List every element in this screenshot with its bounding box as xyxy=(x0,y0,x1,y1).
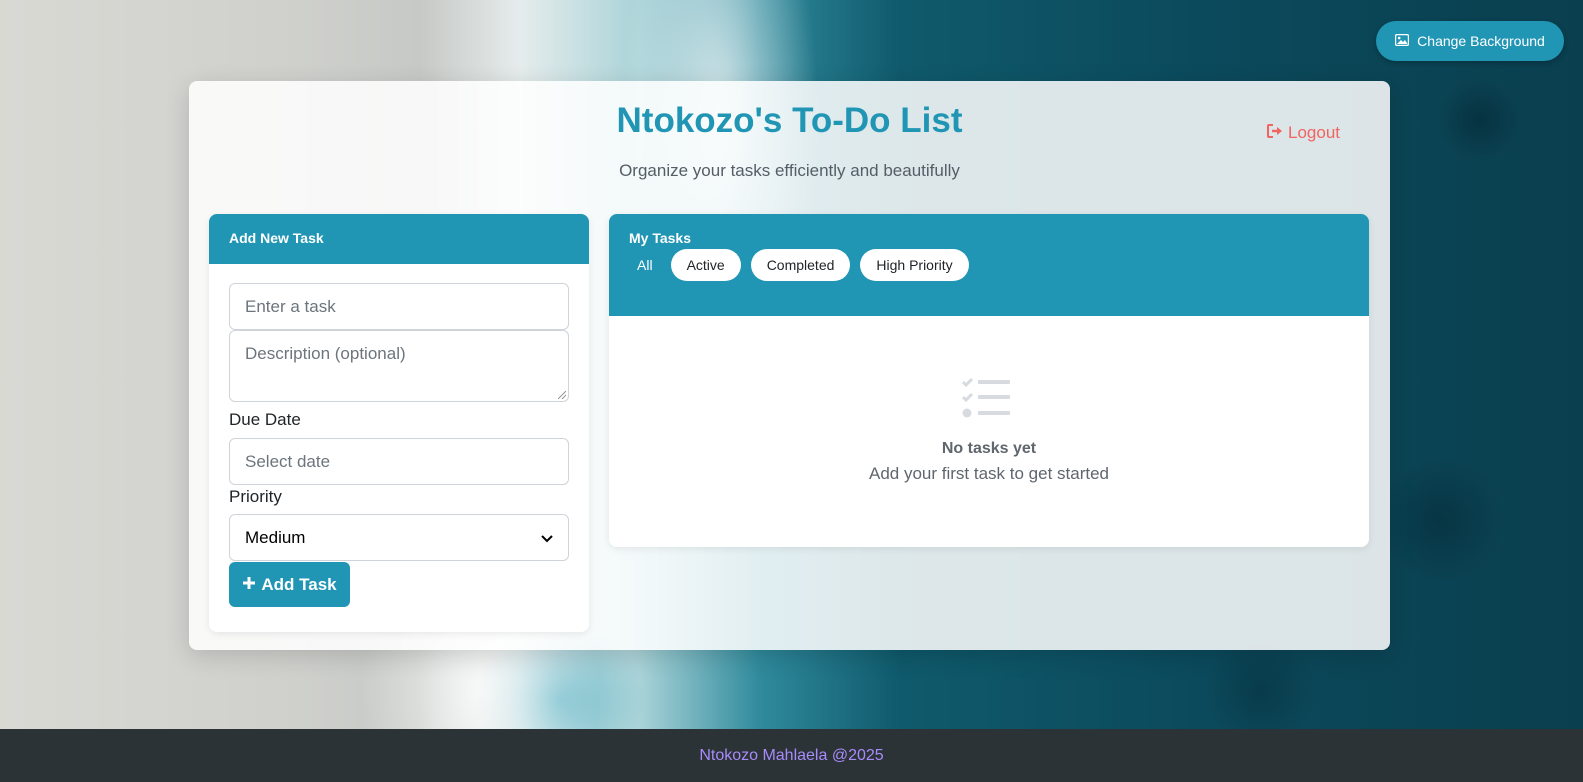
plus-icon xyxy=(242,575,256,595)
page-title: Ntokozo's To-Do List xyxy=(616,101,963,140)
description-textarea[interactable]: Description (optional) xyxy=(229,330,569,402)
chevron-down-icon xyxy=(541,528,553,548)
add-task-label: Add Task xyxy=(261,574,337,594)
add-task-panel: Add New Task Enter a task Description (o… xyxy=(209,214,589,632)
sign-out-icon xyxy=(1267,123,1283,143)
resize-grip-icon[interactable] xyxy=(558,391,566,399)
description-placeholder: Description (optional) xyxy=(245,344,406,363)
filter-all[interactable]: All xyxy=(629,249,661,281)
priority-selected-value: Medium xyxy=(245,527,306,547)
filter-completed[interactable]: Completed xyxy=(750,249,851,281)
due-date-label: Due Date xyxy=(229,410,301,429)
tasks-heading: My Tasks xyxy=(629,230,691,246)
priority-select[interactable]: Medium xyxy=(229,514,569,561)
empty-state-title: No tasks yet xyxy=(941,440,1037,457)
logout-label: Logout xyxy=(1288,123,1340,142)
add-task-heading: Add New Task xyxy=(209,214,589,264)
tasks-panel: My Tasks All Active Completed High Prior… xyxy=(609,214,1369,547)
priority-label: Priority xyxy=(229,487,282,506)
due-date-input[interactable]: Select date xyxy=(229,438,569,485)
image-icon xyxy=(1394,33,1410,49)
task-filters: All Active Completed High Priority xyxy=(629,249,969,281)
footer: Ntokozo Mahlaela @2025 xyxy=(0,729,1583,782)
todo-card: Ntokozo's To-Do List Organize your tasks… xyxy=(189,81,1390,650)
task-input[interactable]: Enter a task xyxy=(229,283,569,330)
tasks-header: My Tasks All Active Completed High Prior… xyxy=(609,214,1369,316)
empty-state-subtitle: Add your first task to get started xyxy=(868,464,1109,483)
footer-text: Ntokozo Mahlaela @2025 xyxy=(699,746,884,764)
change-background-label: Change Background xyxy=(1417,33,1545,49)
task-list-icon xyxy=(961,377,1012,420)
page-subtitle: Organize your tasks efficiently and beau… xyxy=(619,161,960,180)
change-background-button[interactable]: Change Background xyxy=(1376,21,1564,61)
add-task-button[interactable]: Add Task xyxy=(229,562,350,607)
filter-active[interactable]: Active xyxy=(670,249,741,281)
filter-high-priority[interactable]: High Priority xyxy=(860,249,969,281)
logout-link[interactable]: Logout xyxy=(1267,121,1340,145)
